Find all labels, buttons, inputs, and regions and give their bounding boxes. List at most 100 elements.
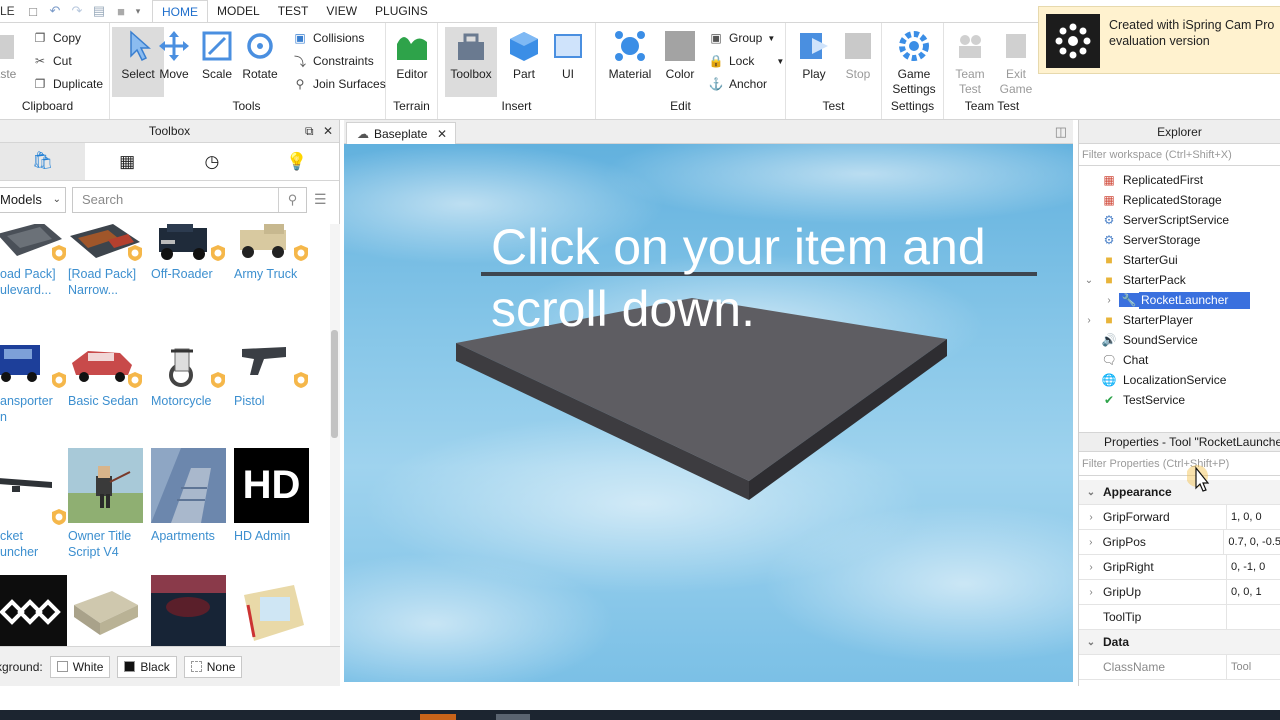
property-row[interactable]: › GripPos 0.7, 0, -0.5 — [1079, 529, 1280, 555]
tree-item-starterpack[interactable]: ⌄ ■ StarterPack — [1079, 270, 1280, 290]
tree-item-startergui[interactable]: ■ StarterGui — [1079, 250, 1280, 270]
group-button[interactable]: ▣ Group ▼ — [708, 28, 775, 48]
constraints-toggle[interactable]: ⤵ Constraints — [292, 51, 374, 71]
category-appearance[interactable]: ⌄ Appearance — [1079, 480, 1280, 505]
tree-item-serverstorage[interactable]: ⚙ ServerStorage — [1079, 230, 1280, 250]
tree-item-replicatedfirst[interactable]: ▦ ReplicatedFirst — [1079, 170, 1280, 190]
close-tab-icon[interactable]: ✕ — [437, 127, 447, 141]
color-button[interactable]: Color — [654, 27, 706, 97]
ui-button[interactable]: UI — [542, 27, 594, 97]
chevron-right-icon[interactable]: › — [1079, 512, 1103, 523]
toolbox-item[interactable] — [68, 575, 148, 646]
redo-icon[interactable]: ↷ — [66, 0, 88, 22]
search-input[interactable]: Search ⚲ — [72, 187, 307, 213]
rotate-button[interactable]: Rotate — [234, 27, 286, 97]
scrollbar-thumb[interactable] — [331, 330, 338, 438]
tab-test[interactable]: TEST — [269, 0, 318, 22]
explorer-filter-input[interactable]: Filter workspace (Ctrl+Shift+X) — [1079, 144, 1280, 166]
toolbox-item[interactable]: Army Truck — [234, 224, 314, 338]
item-thumbnail — [151, 575, 226, 646]
team-test-button[interactable]: Team Test — [944, 27, 996, 97]
property-row[interactable]: › GripForward 1, 0, 0 — [1079, 504, 1280, 530]
category-dropdown[interactable]: Models ⌄ — [0, 187, 66, 213]
toolbox-button[interactable]: Toolbox — [445, 27, 497, 97]
stop-square-icon[interactable]: ■ — [110, 0, 132, 22]
tree-item-localizationservice[interactable]: 🌐 LocalizationService — [1079, 370, 1280, 390]
toolbox-item[interactable]: Owner Title Script V4 — [68, 448, 148, 572]
tree-item-replicatedstorage[interactable]: ▦ ReplicatedStorage — [1079, 190, 1280, 210]
terrain-editor-button[interactable]: Editor — [386, 27, 438, 97]
toolbox-item[interactable]: cket uncher — [0, 448, 72, 572]
terrain-icon — [395, 29, 429, 63]
paste-button[interactable]: aste — [0, 27, 22, 97]
exit-game-button[interactable]: Exit Game — [990, 27, 1042, 97]
property-row[interactable]: ClassName Tool — [1079, 654, 1280, 680]
tree-item-serverscriptservice[interactable]: ⚙ ServerScriptService — [1079, 210, 1280, 230]
toolbox-item[interactable]: Motorcycle — [151, 341, 231, 465]
toolbox-scrollbar[interactable] — [330, 224, 340, 646]
3d-scene[interactable]: Click on your item and scroll down. — [344, 144, 1073, 682]
toolbox-item[interactable] — [0, 575, 72, 646]
cut-button[interactable]: ✂ Cut — [32, 51, 72, 71]
duplicate-button[interactable]: ❐ Duplicate — [32, 74, 103, 94]
toolbox-item[interactable]: Off-Roader — [151, 224, 231, 338]
taskbar-app-indicator[interactable] — [496, 714, 530, 720]
collisions-toggle[interactable]: ▣ Collisions — [292, 28, 364, 48]
chevron-right-icon[interactable]: › — [1103, 295, 1115, 306]
window-layout-icon[interactable]: ◫ — [1055, 124, 1067, 140]
tree-item-chat[interactable]: 🗨 Chat — [1079, 350, 1280, 370]
lock-button[interactable]: 🔒 Lock ▼ — [708, 51, 785, 71]
join-surfaces-toggle[interactable]: ⚲ Join Surfaces — [292, 74, 386, 94]
copy-button[interactable]: ❐ Copy — [32, 28, 81, 48]
tab-home[interactable]: HOME — [152, 0, 208, 22]
tab-inventory[interactable]: ▦ — [85, 143, 170, 180]
publish-icon[interactable]: ▤ — [88, 0, 110, 22]
file-menu[interactable]: LE — [0, 4, 22, 18]
property-row[interactable]: ToolTip — [1079, 604, 1280, 630]
tab-marketplace[interactable]: 🛍 — [0, 143, 85, 180]
tree-item-soundservice[interactable]: 🔊 SoundService — [1079, 330, 1280, 350]
material-button[interactable]: Material — [604, 27, 656, 97]
undock-icon[interactable]: ⧉ — [305, 124, 314, 138]
property-row[interactable]: › GripRight 0, -1, 0 — [1079, 554, 1280, 580]
chevron-down-icon[interactable]: ⌄ — [1083, 275, 1095, 286]
chevron-right-icon[interactable]: › — [1083, 315, 1095, 326]
anchor-button[interactable]: ⚓ Anchor — [708, 74, 768, 94]
properties-filter-input[interactable]: Filter Properties (Ctrl+Shift+P) — [1079, 453, 1280, 476]
toolbox-item[interactable]: ansporter n — [0, 341, 72, 465]
search-icon[interactable]: ⚲ — [278, 188, 306, 212]
game-settings-button[interactable]: Game Settings — [886, 27, 942, 97]
toolbox-item[interactable] — [234, 575, 314, 646]
toolbox-item[interactable]: [Road Pack] Narrow... — [68, 224, 148, 338]
tree-item-rocketlauncher[interactable]: › 🔧 RocketLauncher — [1079, 290, 1280, 310]
tab-creations[interactable]: 💡 — [254, 143, 339, 180]
close-icon[interactable]: ✕ — [323, 124, 333, 138]
tree-item-starterplayer[interactable]: › ■ StarterPlayer — [1079, 310, 1280, 330]
undo-icon[interactable]: ↶ — [44, 0, 66, 22]
tab-view[interactable]: VIEW — [317, 0, 366, 22]
toolbox-item[interactable]: Pistol — [234, 341, 314, 465]
toolbox-item[interactable] — [151, 575, 231, 646]
bg-none-button[interactable]: None — [183, 655, 243, 678]
chevron-right-icon[interactable]: › — [1079, 537, 1103, 548]
chevron-right-icon[interactable]: › — [1079, 562, 1103, 573]
bg-white-button[interactable]: White — [49, 655, 111, 678]
tab-plugins[interactable]: PLUGINS — [366, 0, 437, 22]
tab-model[interactable]: MODEL — [208, 0, 269, 22]
toolbox-item[interactable]: oad Pack] ulevard... — [0, 224, 72, 338]
taskbar-app-indicator[interactable] — [420, 714, 456, 720]
new-file-icon[interactable]: □ — [22, 0, 44, 22]
bg-black-button[interactable]: Black — [117, 655, 177, 678]
filter-sliders-icon[interactable]: ☰ — [314, 191, 327, 208]
tab-recent[interactable]: ◷ — [170, 143, 255, 180]
chevron-right-icon[interactable]: › — [1079, 587, 1103, 598]
toolbox-item[interactable]: Basic Sedan — [68, 341, 148, 465]
tab-baseplate[interactable]: ☁ Baseplate ✕ — [346, 122, 456, 144]
property-row[interactable]: › GripUp 0, 0, 1 — [1079, 579, 1280, 605]
category-data[interactable]: ⌄ Data — [1079, 630, 1280, 655]
stop-button[interactable]: Stop — [832, 27, 884, 97]
customize-toolbar-icon[interactable]: ▾ — [132, 0, 144, 22]
toolbox-item[interactable]: Apartments — [151, 448, 231, 572]
toolbox-item[interactable]: HD HD Admin — [234, 448, 314, 572]
tree-item-testservice[interactable]: ✔ TestService — [1079, 390, 1280, 410]
